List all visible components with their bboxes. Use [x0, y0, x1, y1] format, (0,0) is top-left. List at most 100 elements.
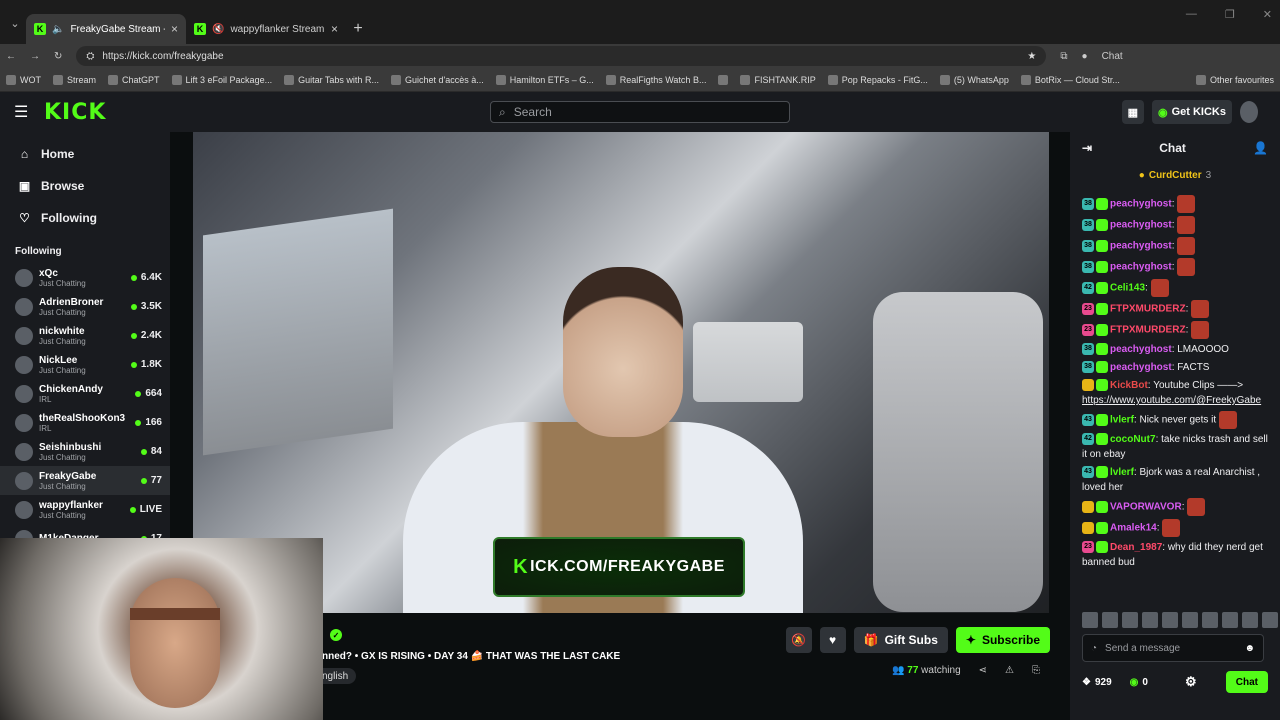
- close-tab-icon[interactable]: ×: [171, 22, 178, 36]
- chat-username[interactable]: KickBot: [1110, 380, 1148, 391]
- browser-tab-freakygabe[interactable]: K 🔈 FreakyGabe Stream - Watch L ×: [26, 14, 186, 44]
- emote-icon[interactable]: [1102, 612, 1118, 628]
- chat-send-button[interactable]: Chat: [1225, 671, 1268, 693]
- other-favourites[interactable]: Other favourites: [1195, 74, 1274, 85]
- chat-username[interactable]: lvlerf: [1110, 467, 1134, 478]
- forward-icon[interactable]: →: [30, 51, 40, 62]
- chat-username[interactable]: cocoNut7: [1110, 434, 1156, 445]
- subscribe-button[interactable]: ✦ Subscribe: [955, 627, 1050, 653]
- emote-icon[interactable]: [1142, 612, 1158, 628]
- close-tab-icon[interactable]: ×: [331, 22, 338, 36]
- sidebar-channel-item[interactable]: nickwhite Just Chatting 2.4K: [0, 321, 170, 350]
- get-kicks-button[interactable]: ◉ Get KICKs: [1151, 100, 1232, 124]
- chat-username[interactable]: peachyghost: [1110, 220, 1172, 231]
- sidebar-channel-item[interactable]: Seishinbushi Just Chatting 84: [0, 437, 170, 466]
- emote-icon[interactable]: [1242, 612, 1258, 628]
- sidebar-channel-item[interactable]: AdrienBroner Just Chatting 3.5K: [0, 292, 170, 321]
- maximize-icon[interactable]: ❐: [1225, 8, 1235, 21]
- chat-username[interactable]: lvlerf: [1110, 415, 1134, 426]
- emote-icon[interactable]: [1082, 612, 1098, 628]
- user-avatar[interactable]: [1240, 101, 1258, 123]
- search-input[interactable]: ⌕ Search: [490, 101, 790, 123]
- browser-tab-wappyflanker[interactable]: K 🔇 wappyflanker Stream - Watc ×: [186, 14, 346, 44]
- bookmark-item[interactable]: Guichet d'accès à...: [390, 74, 484, 85]
- emote-icon[interactable]: [1202, 612, 1218, 628]
- share-icon[interactable]: ⋖: [979, 665, 987, 676]
- chat-text: FACTS: [1177, 362, 1210, 373]
- sidebar-nav-home[interactable]: ⌂ Home: [0, 138, 170, 170]
- send-message-input[interactable]: ◔ Send a message ☻: [1082, 634, 1264, 662]
- bookmark-favicon-icon: [740, 74, 751, 85]
- speaker-icon[interactable]: 🔈: [52, 24, 64, 35]
- chat-username[interactable]: peachyghost: [1110, 262, 1172, 273]
- chat-username[interactable]: Amalek14: [1110, 523, 1157, 534]
- bookmark-item[interactable]: Pop Repacks - FitG...: [827, 74, 928, 85]
- reload-icon[interactable]: ↻: [54, 51, 62, 62]
- emote-icon[interactable]: [1222, 612, 1238, 628]
- profile-icon[interactable]: ●: [1082, 51, 1088, 62]
- sidebar-channel-item[interactable]: FreakyGabe Just Chatting 77: [0, 466, 170, 495]
- chat-username[interactable]: peachyghost: [1110, 344, 1172, 355]
- extensions-icon[interactable]: ⧉: [1060, 51, 1067, 62]
- favorite-star-icon[interactable]: ★: [1027, 51, 1036, 62]
- sidebar-nav-following[interactable]: ♡ Following: [0, 202, 170, 234]
- site-info-icon[interactable]: ⛭: [86, 51, 94, 62]
- sidebar-channel-item[interactable]: xQc Just Chatting 6.4K: [0, 263, 170, 292]
- chat-username[interactable]: Celi143: [1110, 283, 1145, 294]
- bookmark-item[interactable]: Stream: [53, 74, 96, 85]
- bookmark-item[interactable]: BotRix — Cloud Str...: [1020, 74, 1120, 85]
- sidebar-channel-item[interactable]: ChickenAndy IRL 664: [0, 379, 170, 408]
- chat-username[interactable]: peachyghost: [1110, 241, 1172, 252]
- bookmark-item[interactable]: Hamilton ETFs – G...: [495, 74, 594, 85]
- chat-username[interactable]: VAPORWAVOR: [1110, 502, 1182, 513]
- live-dot-icon: [130, 332, 137, 339]
- chat-username[interactable]: Dean_1987: [1110, 542, 1162, 553]
- emote-icon[interactable]: [1122, 612, 1138, 628]
- report-icon[interactable]: ⚠: [1005, 665, 1014, 676]
- emote-icon[interactable]: [1182, 612, 1198, 628]
- copilot-chat-button[interactable]: Chat: [1102, 51, 1123, 62]
- emote-icon[interactable]: [1162, 612, 1178, 628]
- chat-link[interactable]: https://www.youtube.com/@FreekyGabe: [1082, 395, 1261, 406]
- sidebar-nav-browse[interactable]: ▣ Browse: [0, 170, 170, 202]
- emote-icon[interactable]: [1262, 612, 1278, 628]
- store-icon[interactable]: ▦: [1121, 100, 1144, 124]
- tab-list-dropdown-icon[interactable]: ⌄: [4, 8, 26, 38]
- mute-notifications-button[interactable]: 🔕: [785, 627, 812, 653]
- sidebar-channel-item[interactable]: NickLee Just Chatting 1.8K: [0, 350, 170, 379]
- bookmark-item[interactable]: FISHTANK.RIP: [740, 74, 816, 85]
- sidebar-channel-item[interactable]: theRealShooKon3 IRL 166: [0, 408, 170, 437]
- kicks-balance[interactable]: ◉ 0: [1130, 677, 1148, 688]
- bookmark-item[interactable]: ChatGPT: [108, 74, 160, 85]
- bookmark-item[interactable]: Lift 3 eFoil Package...: [171, 74, 272, 85]
- chat-username[interactable]: peachyghost: [1110, 362, 1172, 373]
- menu-icon[interactable]: ☰: [14, 102, 44, 122]
- bookmark-item[interactable]: [718, 74, 729, 85]
- emoji-icon[interactable]: ☻: [1244, 643, 1255, 654]
- chat-username[interactable]: FTPXMURDERZ: [1110, 325, 1186, 336]
- minimize-icon[interactable]: —: [1186, 8, 1197, 21]
- gift-subs-button[interactable]: 🎁 Gift Subs: [853, 627, 948, 653]
- chat-emote-picker-icon[interactable]: ◔: [1091, 643, 1097, 654]
- chat-settings-icon[interactable]: ⚙: [1185, 674, 1197, 690]
- collapse-chat-icon[interactable]: ⇥: [1082, 141, 1092, 155]
- new-tab-button[interactable]: +: [346, 14, 370, 44]
- address-bar[interactable]: ⛭ https://kick.com/freakygabe ★: [76, 46, 1047, 66]
- user-list-icon[interactable]: 👤: [1253, 141, 1268, 155]
- back-icon[interactable]: ←: [6, 51, 16, 62]
- bookmark-item[interactable]: WOT: [6, 74, 41, 85]
- bookmark-item[interactable]: Guitar Tabs with R...: [284, 74, 379, 85]
- sidebar-channel-item[interactable]: wappyflanker Just Chatting LIVE: [0, 495, 170, 524]
- pinned-gifter[interactable]: ● CurdCutter 3: [1070, 164, 1280, 186]
- channel-category: IRL: [39, 423, 52, 433]
- kick-logo[interactable]: KICK: [44, 100, 106, 125]
- muted-speaker-icon[interactable]: 🔇: [212, 24, 224, 35]
- follow-heart-button[interactable]: ♥: [819, 627, 846, 653]
- chat-username[interactable]: peachyghost: [1110, 199, 1172, 210]
- close-window-icon[interactable]: ✕: [1263, 8, 1272, 21]
- clip-icon[interactable]: ⎘: [1032, 665, 1040, 676]
- chat-username[interactable]: FTPXMURDERZ: [1110, 304, 1186, 315]
- bookmark-item[interactable]: (5) WhatsApp: [939, 74, 1009, 85]
- channel-points[interactable]: ❖ 929: [1082, 677, 1112, 688]
- bookmark-item[interactable]: RealFigths Watch B...: [605, 74, 706, 85]
